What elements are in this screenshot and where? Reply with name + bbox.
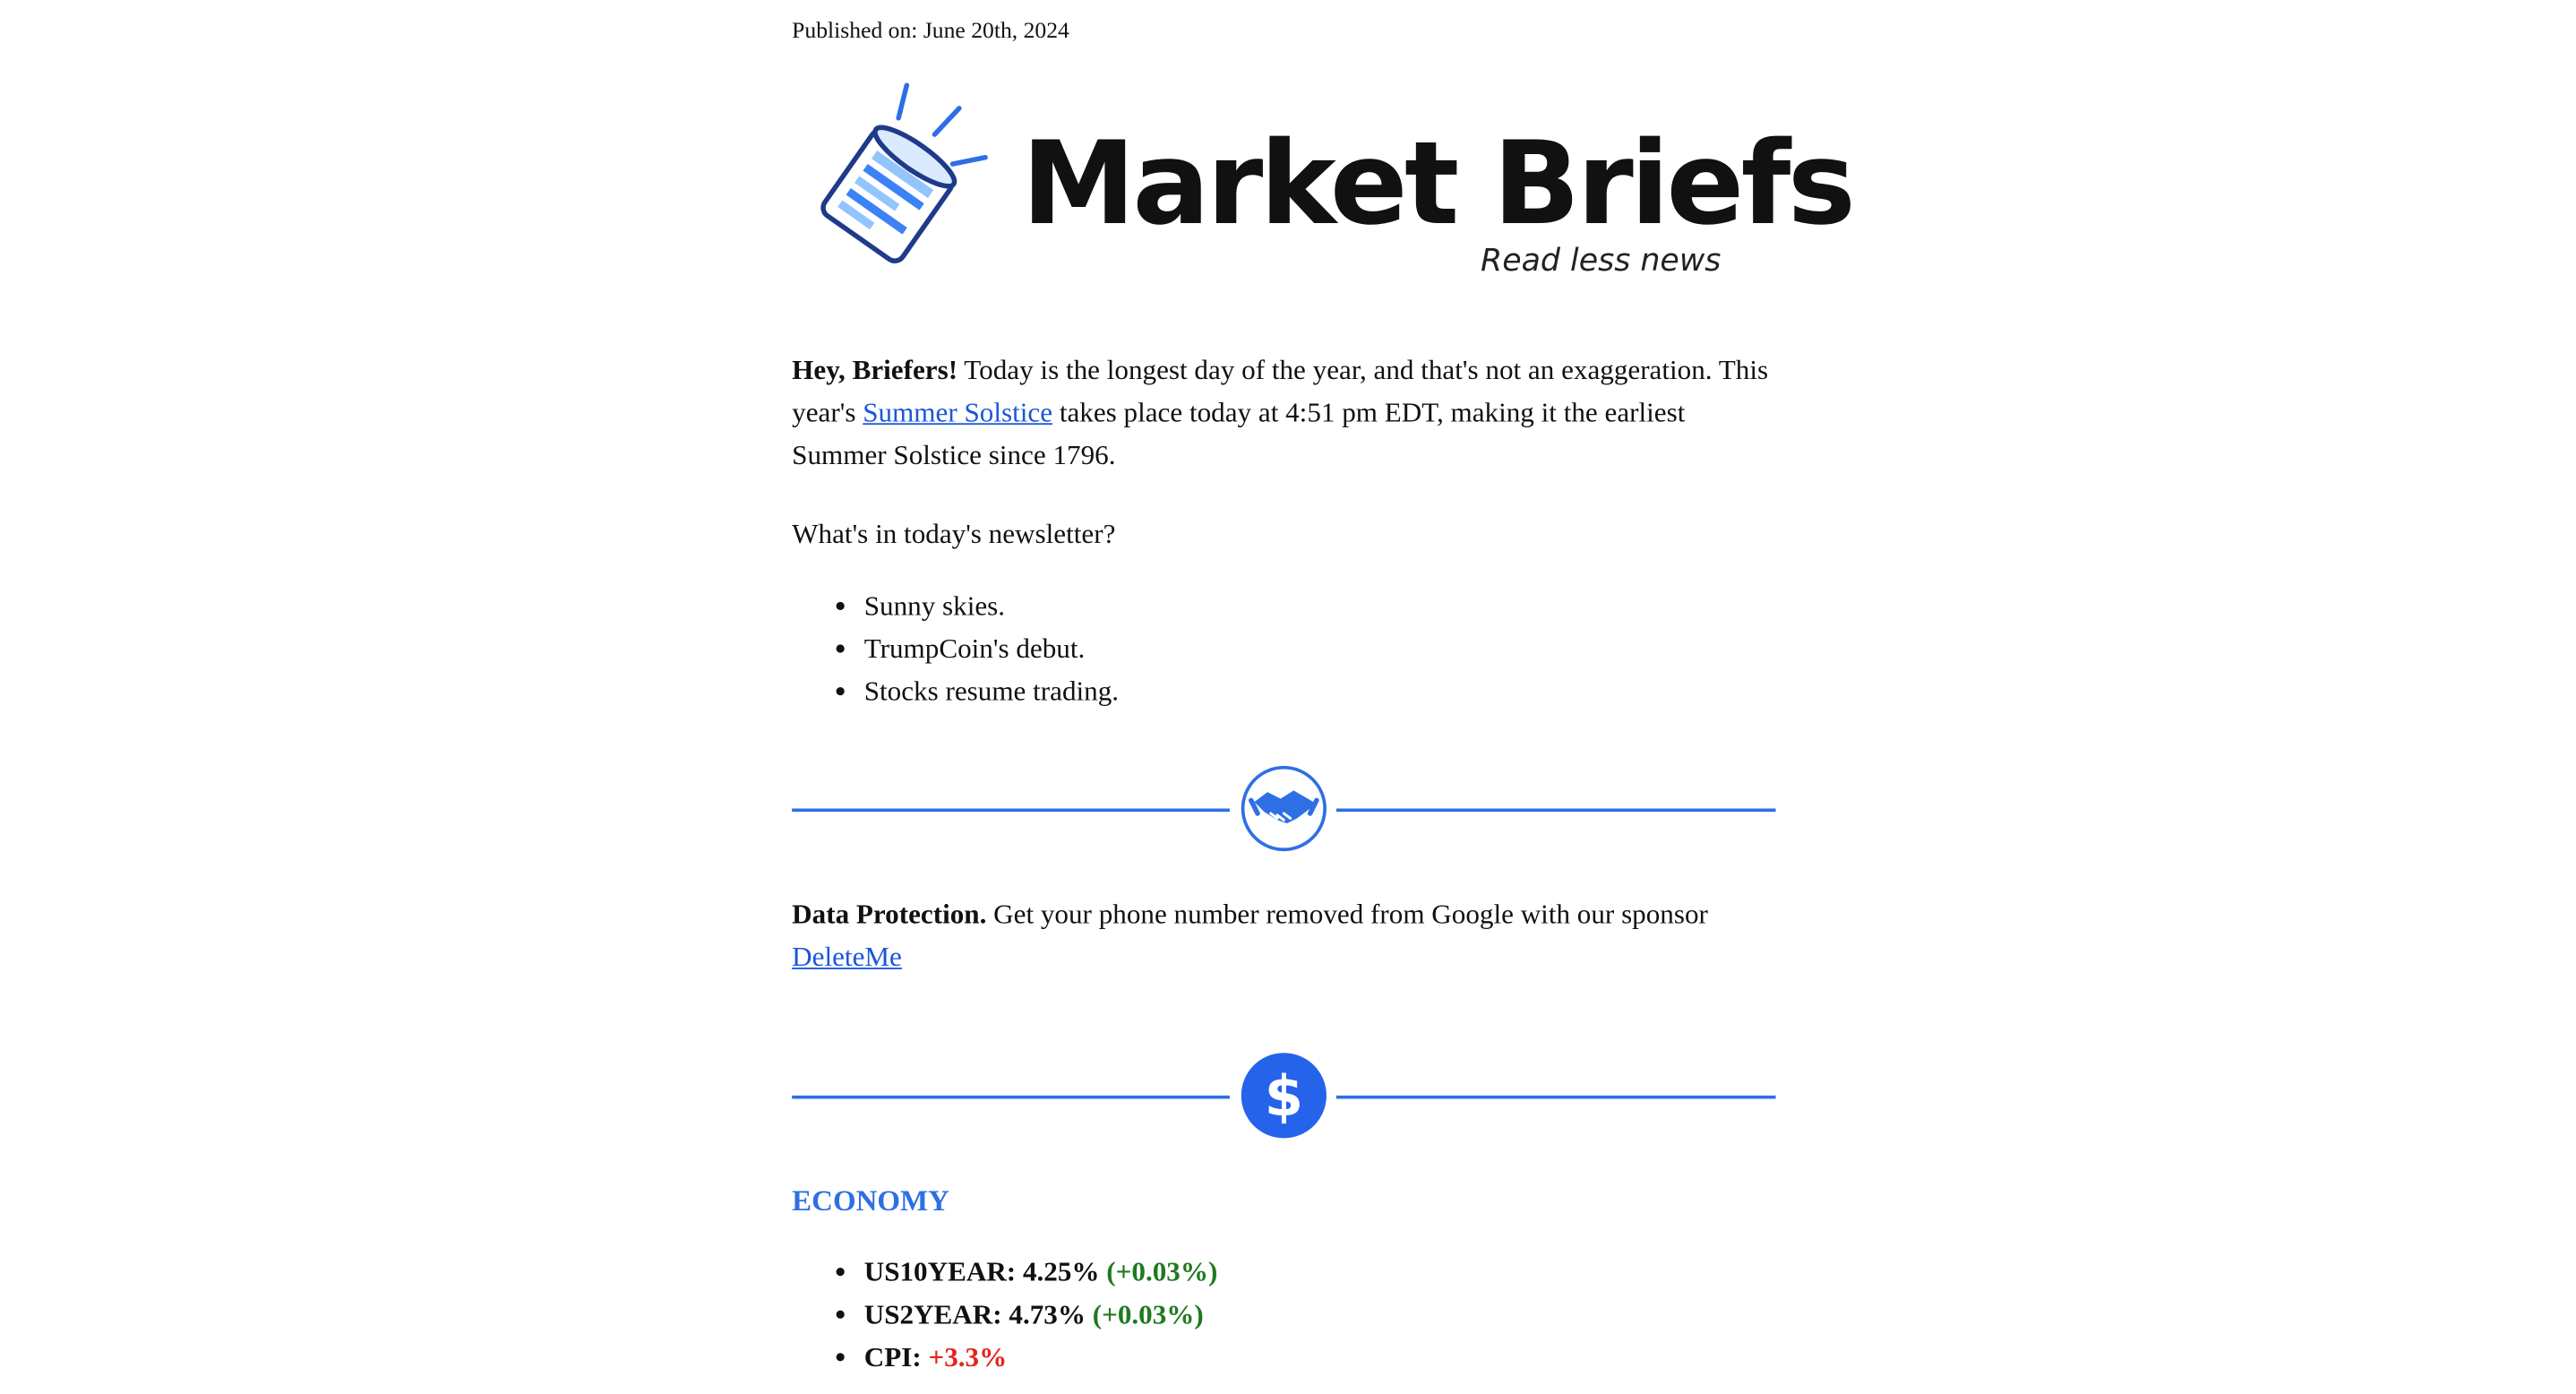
intro-paragraph: Hey, Briefers! Today is the longest day … — [792, 349, 1775, 478]
list-item: TrumpCoin's debut. — [864, 628, 1119, 671]
deleteme-link[interactable]: DeleteMe — [792, 942, 902, 973]
indicator-change: (+0.03%) — [1092, 1298, 1204, 1330]
sponsor-lead: Data Protection. — [792, 899, 987, 930]
sponsor-divider — [792, 765, 1776, 858]
dollar-icon: $ — [1241, 1053, 1327, 1139]
indicator-label: US2YEAR: 4.73% — [863, 1298, 1086, 1330]
logo-title: Market Briefs — [1021, 116, 1856, 252]
market-briefs-logo: Market Briefs Read less news — [808, 75, 1856, 288]
economy-heading: ECONOMY — [792, 1183, 949, 1218]
newsletter-page: Published on: June 20th, 2024 Market Bri… — [0, 0, 2576, 1394]
divider-line — [792, 808, 1230, 813]
economy-divider: $ — [792, 1053, 1776, 1145]
newspaper-icon — [820, 82, 988, 263]
logo-tagline: Read less news — [1481, 242, 1722, 280]
divider-line — [792, 1095, 1230, 1099]
sponsor-text: Get your phone number removed from Googl… — [986, 899, 1708, 930]
greeting: Hey, Briefers! — [792, 354, 958, 386]
indicator-change: (+0.03%) — [1106, 1256, 1218, 1288]
economy-list: US10YEAR: 4.25% (+0.03%) US2YEAR: 4.73% … — [792, 1252, 1218, 1380]
divider-line — [1335, 1095, 1776, 1099]
published-date: Published on: June 20th, 2024 — [792, 19, 1069, 45]
indicator-change: +3.3% — [928, 1341, 1008, 1373]
list-item: Sunny skies. — [864, 586, 1119, 629]
sponsor-paragraph: Data Protection. Get your phone number r… — [792, 894, 1775, 979]
summer-solstice-link[interactable]: Summer Solstice — [863, 397, 1052, 428]
list-item: US2YEAR: 4.73% (+0.03%) — [864, 1294, 1218, 1337]
svg-text:$: $ — [1265, 1063, 1303, 1129]
highlights-list: Sunny skies. TrumpCoin's debut. Stocks r… — [792, 586, 1119, 714]
indicator-label: CPI: — [863, 1341, 922, 1373]
list-item: US10YEAR: 4.25% (+0.03%) — [864, 1252, 1218, 1295]
newsletter-question: What's in today's newsletter? — [792, 518, 1116, 550]
indicator-label: US10YEAR: 4.25% — [863, 1256, 1100, 1288]
list-item: CPI: +3.3% — [864, 1337, 1218, 1380]
list-item: Stocks resume trading. — [864, 671, 1119, 714]
handshake-icon — [1241, 765, 1327, 852]
divider-line — [1335, 808, 1776, 813]
